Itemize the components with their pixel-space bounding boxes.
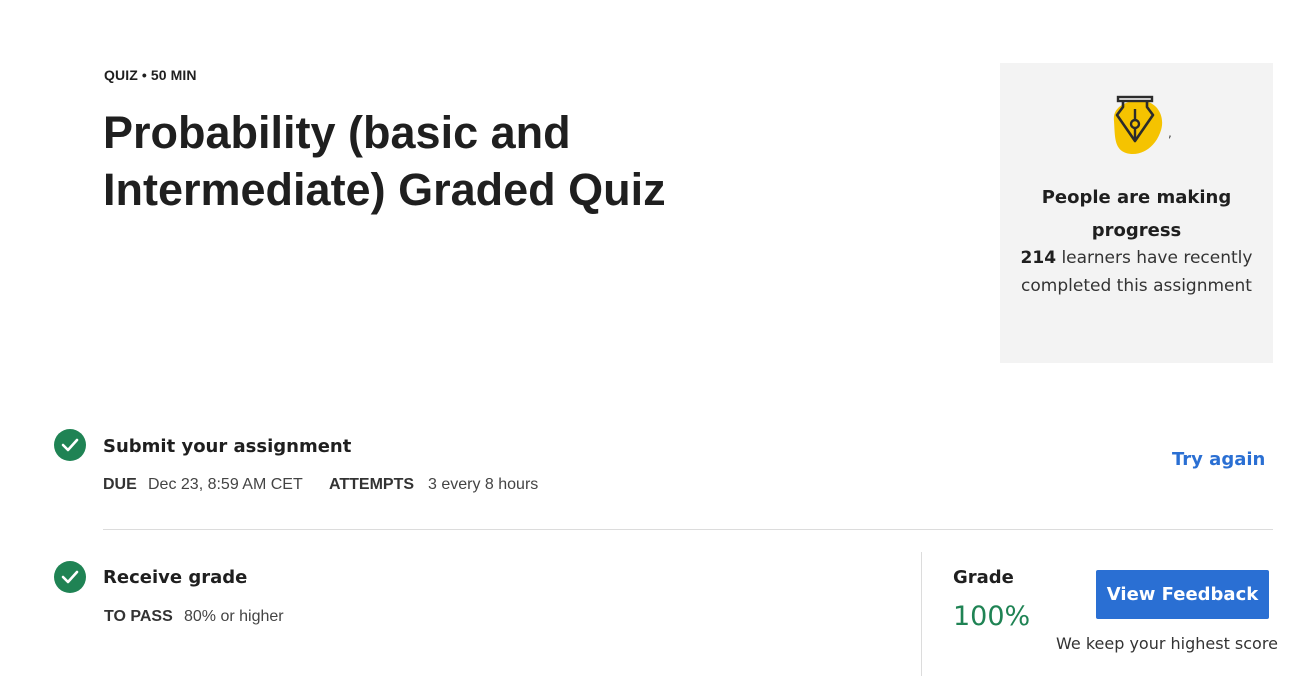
try-again-link[interactable]: Try again — [1172, 449, 1265, 470]
due-value: Dec 23, 8:59 AM CET — [148, 476, 303, 493]
page-title: Probability (basic and Intermediate) Gra… — [103, 107, 666, 215]
attempts-label: ATTEMPTS — [329, 476, 415, 493]
grade-value: 100% — [953, 601, 1031, 632]
to-pass-value: 80% or higher — [184, 608, 284, 625]
item-type-duration: QUIZ • 50 MIN — [104, 67, 197, 83]
to-pass-label: TO PASS — [104, 608, 173, 625]
section-divider — [103, 529, 1273, 530]
grade-divider — [921, 552, 922, 676]
learner-count: 214 — [1020, 248, 1057, 268]
due-label: DUE — [103, 476, 137, 493]
check-circle-icon — [54, 561, 86, 593]
submit-step-title: Submit your assignment — [103, 436, 352, 457]
assignment-page: QUIZ • 50 MIN Probability (basic and Int… — [0, 0, 1297, 698]
icon-comma: , — [1168, 126, 1172, 140]
progress-text: learners have recently completed this as… — [1021, 248, 1253, 296]
attempts-value: 3 every 8 hours — [428, 476, 539, 493]
progress-description: 214 learners have recently completed thi… — [1020, 244, 1253, 300]
fountain-pen-icon: , — [1113, 95, 1172, 155]
grade-label: Grade — [953, 567, 1014, 588]
progress-card: , People are making progress 214 learner… — [1000, 63, 1273, 363]
grade-step-title: Receive grade — [103, 567, 248, 588]
check-circle-icon — [54, 429, 86, 461]
highest-score-note: We keep your highest score — [1056, 634, 1278, 653]
progress-heading: People are making progress — [1041, 187, 1232, 241]
view-feedback-button[interactable]: View Feedback — [1096, 570, 1269, 619]
